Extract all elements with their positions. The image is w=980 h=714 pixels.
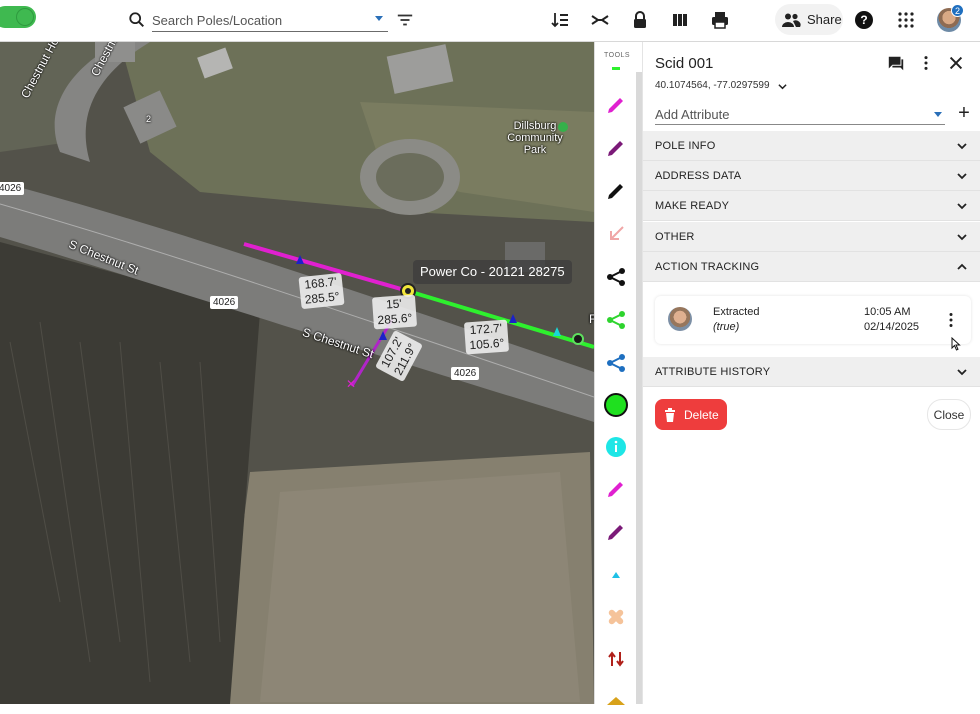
triangle-cyan-icon[interactable] xyxy=(603,562,629,588)
section-action-tracking[interactable]: ACTION TRACKING xyxy=(643,252,980,282)
notification-badge: 2 xyxy=(951,4,964,17)
action-value: (true) xyxy=(713,321,740,333)
delete-label: Delete xyxy=(684,407,719,422)
print-icon[interactable] xyxy=(710,10,730,30)
apps-grid-icon[interactable] xyxy=(898,12,914,28)
section-label: MAKE READY xyxy=(655,200,730,212)
delete-button[interactable]: Delete xyxy=(655,399,727,430)
help-icon[interactable]: ? xyxy=(855,11,873,29)
section-label: OTHER xyxy=(655,231,695,243)
share-label: Share xyxy=(807,12,842,27)
top-bar: Share ? 2 xyxy=(0,0,980,42)
section-label: ADDRESS DATA xyxy=(655,170,742,182)
house-number: 2 xyxy=(146,114,152,124)
action-tracking-card: Extracted (true) 10:05 AM 02/14/2025 xyxy=(655,296,971,344)
span-angle: 285.5° xyxy=(304,289,341,307)
mouse-cursor-icon xyxy=(951,337,961,351)
pencil-magenta-icon[interactable] xyxy=(603,476,629,502)
share-blue-icon[interactable] xyxy=(603,350,629,376)
chevron-down-icon xyxy=(957,173,967,180)
arrow-pink-icon[interactable] xyxy=(603,221,629,247)
section-label: ACTION TRACKING xyxy=(655,261,760,273)
add-attribute-dropdown-icon[interactable] xyxy=(934,112,942,117)
people-icon xyxy=(782,13,801,27)
trash-icon xyxy=(665,407,675,422)
panel-title: Scid 001 xyxy=(655,55,714,72)
add-attribute-input[interactable] xyxy=(655,104,945,125)
section-other[interactable]: OTHER xyxy=(643,222,980,252)
search-icon[interactable] xyxy=(128,11,146,29)
section-pole-info[interactable]: POLE INFO xyxy=(643,131,980,161)
share-green-icon[interactable] xyxy=(603,307,629,333)
action-status: Extracted xyxy=(713,306,760,318)
layer-toggle[interactable] xyxy=(0,6,36,28)
search-dropdown-icon[interactable] xyxy=(375,16,383,21)
satellite-map[interactable]: ✕ Chestnut Hollow Dr Chestnut S Chestnut… xyxy=(0,42,594,704)
diamond-yellow-icon[interactable] xyxy=(603,688,629,714)
more-vertical-icon[interactable] xyxy=(948,312,954,328)
filter-icon[interactable] xyxy=(396,11,414,29)
span-measurement[interactable]: 15' 285.6° xyxy=(371,294,417,330)
chevron-down-icon xyxy=(957,369,967,376)
close-button[interactable]: Close xyxy=(927,399,971,430)
share-button[interactable]: Share xyxy=(775,4,843,35)
chevron-down-icon[interactable] xyxy=(778,82,787,91)
span-angle: 105.6° xyxy=(469,335,505,353)
pencil-purple-icon[interactable] xyxy=(603,519,629,545)
span-measurement[interactable]: 168.7' 285.5° xyxy=(298,272,345,310)
search-input[interactable] xyxy=(152,10,388,32)
tools-strip: TOOLS xyxy=(594,42,642,705)
sort-icon[interactable] xyxy=(550,10,570,30)
coordinates: 40.1074564, -77.0297599 xyxy=(655,80,770,91)
section-address-data[interactable]: ADDRESS DATA xyxy=(643,161,980,191)
collapse-arrows-icon[interactable] xyxy=(590,10,610,30)
add-icon[interactable]: + xyxy=(956,103,972,123)
section-label: POLE INFO xyxy=(655,140,716,152)
comments-icon[interactable] xyxy=(887,54,905,72)
section-label: ATTRIBUTE HISTORY xyxy=(655,366,771,378)
section-attribute-history[interactable]: ATTRIBUTE HISTORY xyxy=(643,357,980,387)
bandage-icon[interactable] xyxy=(603,604,629,630)
road-number-tag: 4026 xyxy=(451,367,480,380)
lock-icon[interactable] xyxy=(630,10,650,30)
chevron-down-icon xyxy=(957,143,967,150)
park-label: Dillsburg Community Park xyxy=(507,120,563,156)
span-angle: 285.6° xyxy=(377,310,413,328)
pole-marker[interactable] xyxy=(572,333,584,345)
green-circle-icon[interactable] xyxy=(603,392,629,418)
chevron-up-icon xyxy=(957,263,967,270)
share-black-icon[interactable] xyxy=(603,264,629,290)
tool-top-icon[interactable] xyxy=(603,55,629,81)
action-time: 10:05 AM xyxy=(864,306,911,318)
span-measurement[interactable]: 172.7' 105.6° xyxy=(463,319,509,355)
chevron-down-icon xyxy=(957,203,967,210)
svg-text:✕: ✕ xyxy=(346,377,356,391)
info-cyan-icon[interactable] xyxy=(603,434,629,460)
section-make-ready[interactable]: MAKE READY xyxy=(643,191,980,221)
columns-icon[interactable] xyxy=(670,10,690,30)
pencil-black-icon[interactable] xyxy=(603,178,629,204)
road-number-tag: 4026 xyxy=(210,296,239,309)
close-icon[interactable] xyxy=(947,54,965,72)
user-avatar xyxy=(668,307,692,331)
pencil-magenta-icon[interactable] xyxy=(603,92,629,118)
action-date: 02/14/2025 xyxy=(864,321,920,333)
swap-red-icon[interactable] xyxy=(603,646,629,672)
pole-tooltip: Power Co - 20121 28275 xyxy=(413,260,572,284)
details-panel: Scid 001 40.1074564, -77.0297599 + POLE … xyxy=(642,42,980,704)
chevron-down-icon xyxy=(957,234,967,241)
pencil-purple-icon[interactable] xyxy=(603,135,629,161)
road-number-tag: 4026 xyxy=(0,182,25,195)
more-vertical-icon[interactable] xyxy=(917,54,935,72)
